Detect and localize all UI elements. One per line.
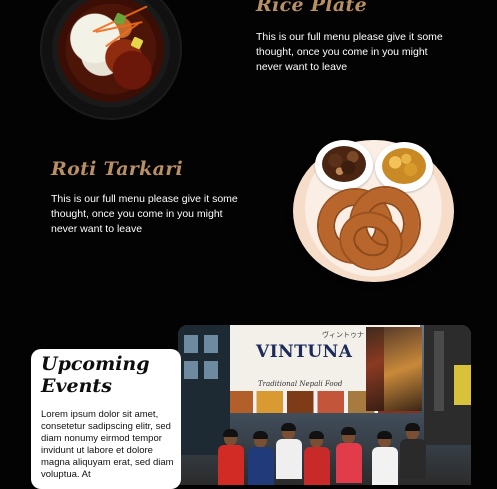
food-poster xyxy=(384,327,422,411)
banner-japanese-text: ヴィントゥナ xyxy=(322,331,364,339)
rice-plate-image xyxy=(40,0,182,120)
person-hair xyxy=(309,431,324,439)
menu-item-title: Roti Tarkari xyxy=(51,158,184,180)
person-body xyxy=(248,447,274,485)
potato-bowl-food xyxy=(382,148,426,184)
building-window xyxy=(204,335,218,353)
person xyxy=(336,427,362,485)
building xyxy=(424,325,471,445)
building-window xyxy=(434,331,444,411)
events-card: Upcoming Events Lorem ipsum dolor sit am… xyxy=(31,349,181,489)
person xyxy=(400,423,426,485)
person-hair xyxy=(405,423,420,431)
person xyxy=(276,423,302,485)
event-photo: ヴィントゥナ VINTUNA Traditional Nepali Food xyxy=(178,325,471,485)
person xyxy=(372,431,398,485)
person-hair xyxy=(223,429,238,437)
person xyxy=(248,431,274,485)
menu-item-description: This is our full menu please give it som… xyxy=(256,31,443,73)
rice-plate-food xyxy=(58,0,164,102)
person-hair xyxy=(341,427,356,435)
menu-item-title: Rice Plate xyxy=(256,0,367,16)
banner-brand: VINTUNA xyxy=(256,342,353,362)
banner-tagline: Traditional Nepali Food xyxy=(258,380,343,388)
building-window xyxy=(184,335,198,353)
person-hair xyxy=(281,423,296,431)
person-body xyxy=(372,447,398,485)
person-body xyxy=(276,439,302,479)
menu-item-description: This is our full menu please give it som… xyxy=(51,193,238,235)
person-body xyxy=(304,447,330,485)
person-body xyxy=(400,439,426,479)
person-hair xyxy=(377,431,392,439)
person xyxy=(218,429,244,485)
person-body xyxy=(336,443,362,483)
curry-bowl-food xyxy=(322,146,366,182)
curry-bowl xyxy=(315,140,373,190)
person xyxy=(304,431,330,485)
events-description: Lorem ipsum dolor sit amet, consetetur s… xyxy=(41,409,174,480)
person-body xyxy=(218,445,244,485)
building-window xyxy=(454,365,471,405)
building-window xyxy=(204,361,218,379)
events-title: Upcoming Events xyxy=(41,353,150,397)
roti-tarkari-image xyxy=(293,140,454,282)
building-window xyxy=(184,361,198,379)
potato-bowl xyxy=(375,142,433,192)
person-hair xyxy=(253,431,268,439)
